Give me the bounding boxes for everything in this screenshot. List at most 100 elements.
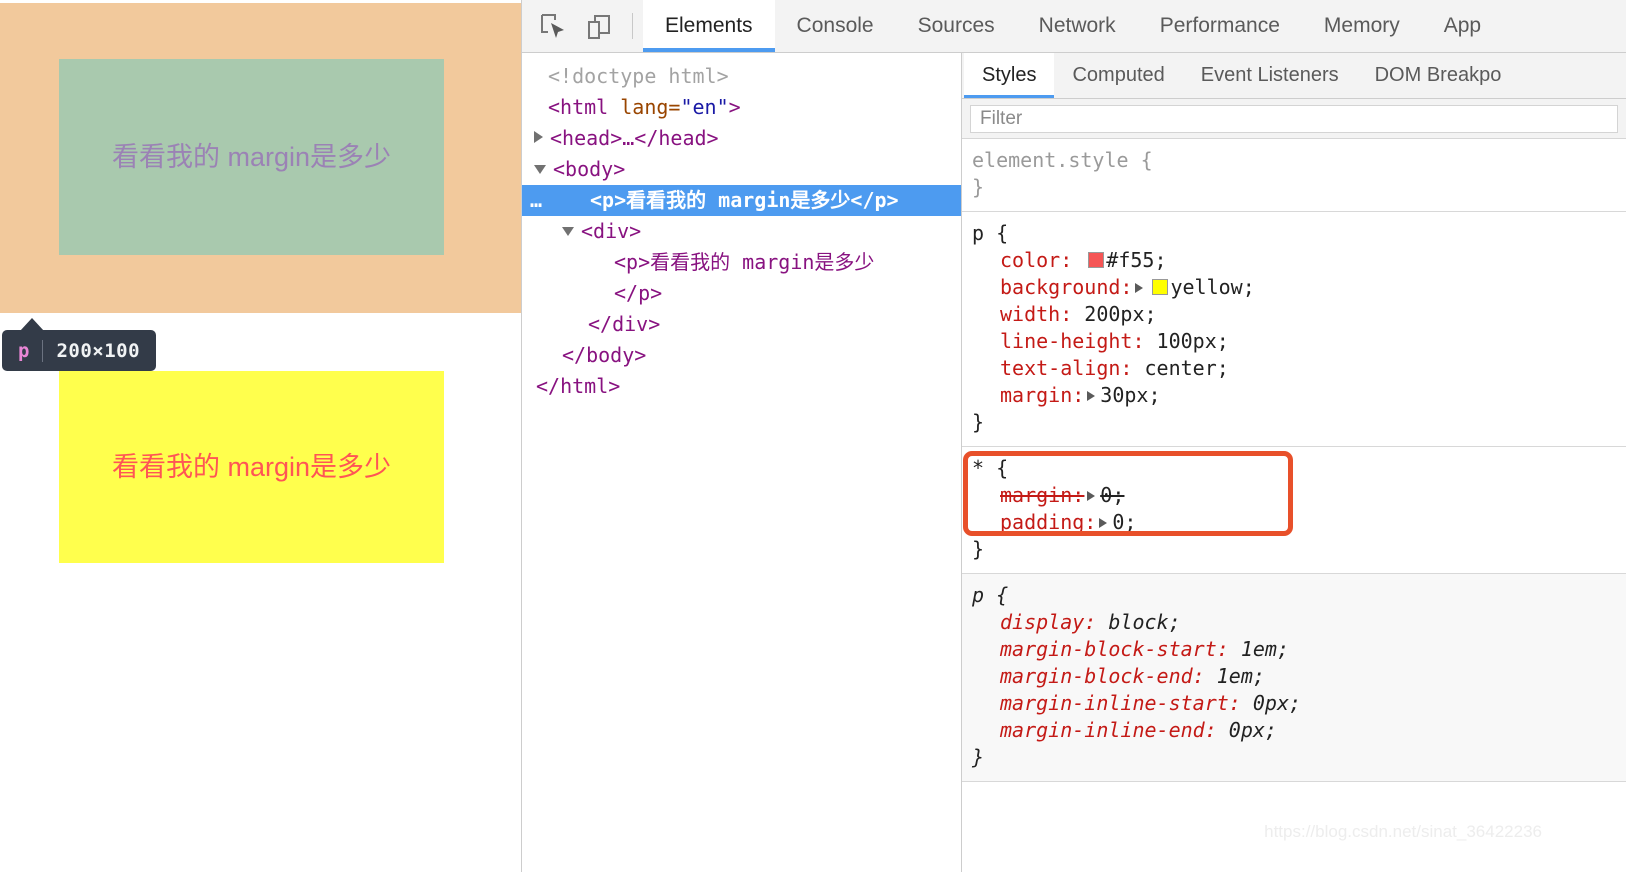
css-property-value: 30px; bbox=[1100, 383, 1161, 407]
dom-html-attr-eq: = bbox=[668, 95, 681, 119]
devtools-window: Elements Console Sources Network Perform… bbox=[521, 0, 1626, 872]
css-declaration-margin[interactable]: margin: 30px; bbox=[962, 382, 1626, 409]
dom-line-div-close[interactable]: </div> bbox=[522, 309, 961, 340]
css-declaration-margin-block-end[interactable]: margin-block-end: 1em; bbox=[962, 663, 1626, 690]
css-declaration-background[interactable]: background: yellow; bbox=[962, 274, 1626, 301]
expand-triangle-icon[interactable] bbox=[1087, 491, 1096, 501]
tab-computed[interactable]: Computed bbox=[1054, 53, 1182, 98]
styles-filter-placeholder: Filter bbox=[980, 107, 1023, 129]
chevron-right-icon[interactable] bbox=[534, 131, 543, 143]
second-paragraph: 看看我的 margin是多少 bbox=[59, 371, 444, 563]
tab-console-label: Console bbox=[796, 14, 874, 37]
tooltip-dimensions: 200×100 bbox=[56, 339, 141, 362]
device-toolbar-icon[interactable] bbox=[576, 0, 622, 52]
dom-head-text: <head>…</head> bbox=[550, 126, 719, 150]
dom-line-inner-paragraph-open[interactable]: <p>看看我的 margin是多少 bbox=[522, 247, 961, 278]
dom-html-open-a: <html bbox=[548, 95, 621, 119]
css-declaration-line-height[interactable]: line-height: 100px; bbox=[962, 328, 1626, 355]
css-declaration-color[interactable]: color: #f55; bbox=[962, 247, 1626, 274]
css-rule-element-style[interactable]: element.style { } bbox=[962, 139, 1626, 212]
css-selector: p { bbox=[962, 582, 1626, 609]
css-property-name: text-align: bbox=[1000, 356, 1133, 380]
css-rule-close: } bbox=[962, 536, 1626, 563]
page-viewport: 看看我的 margin是多少 p 200×100 看看我的 margin是多少 bbox=[0, 0, 521, 872]
css-selector: element.style { bbox=[962, 147, 1626, 174]
tab-computed-label: Computed bbox=[1072, 64, 1165, 86]
css-property-name: width: bbox=[1000, 302, 1073, 326]
dom-line-head[interactable]: <head>…</head> bbox=[522, 123, 961, 154]
css-rule-p-user-agent[interactable]: p { display: block; margin-block-start: … bbox=[962, 574, 1626, 782]
dom-tree-pane[interactable]: <!doctype html> <html lang="en"> <head>…… bbox=[522, 53, 962, 872]
expand-triangle-icon[interactable] bbox=[1135, 283, 1144, 293]
dom-inner-paragraph-text: <p>看看我的 margin是多少 bbox=[614, 250, 875, 274]
dom-line-inner-paragraph-close[interactable]: </p> bbox=[522, 278, 961, 309]
css-selector-text: p { bbox=[972, 221, 1009, 245]
tab-application[interactable]: App bbox=[1422, 0, 1503, 52]
dom-html-attr-value: "en" bbox=[680, 95, 729, 119]
dom-line-html-open[interactable]: <html lang="en"> bbox=[522, 92, 961, 123]
tab-event-listeners[interactable]: Event Listeners bbox=[1183, 53, 1357, 98]
color-swatch-icon[interactable] bbox=[1152, 279, 1169, 295]
css-declaration-text-align[interactable]: text-align: center; bbox=[962, 355, 1626, 382]
css-property-value: 0px; bbox=[1252, 691, 1302, 715]
tab-dom-breakpoints[interactable]: DOM Breakpo bbox=[1357, 53, 1520, 98]
css-property-name: margin-block-start: bbox=[1000, 637, 1229, 661]
tooltip-arrow-icon bbox=[20, 318, 44, 331]
chevron-down-icon[interactable] bbox=[562, 227, 574, 236]
tab-styles[interactable]: Styles bbox=[964, 53, 1055, 98]
css-property-name: display: bbox=[1000, 610, 1097, 634]
tab-console[interactable]: Console bbox=[775, 0, 896, 52]
inspect-element-icon[interactable] bbox=[530, 0, 576, 52]
css-property-value: block; bbox=[1108, 610, 1181, 634]
css-declaration-display[interactable]: display: block; bbox=[962, 609, 1626, 636]
tab-network[interactable]: Network bbox=[1017, 0, 1138, 52]
dom-line-div-open[interactable]: <div> bbox=[522, 216, 961, 247]
highlighted-paragraph-content-box: 看看我的 margin是多少 bbox=[59, 59, 444, 255]
chevron-down-icon[interactable] bbox=[534, 165, 546, 174]
dom-html-close-text: </html> bbox=[536, 374, 621, 398]
css-rule-p-author[interactable]: p { color: #f55; background: yellow; widt… bbox=[962, 212, 1626, 447]
dom-body-close-text: </body> bbox=[562, 343, 647, 367]
devtools-body: <!doctype html> <html lang="en"> <head>…… bbox=[522, 53, 1626, 872]
css-declaration-margin-inline-end[interactable]: margin-inline-end: 0px; bbox=[962, 717, 1626, 744]
css-declaration-width[interactable]: width: 200px; bbox=[962, 301, 1626, 328]
dom-line-html-close[interactable]: </html> bbox=[522, 371, 961, 402]
css-rule-close: } bbox=[962, 744, 1626, 771]
css-property-value: yellow; bbox=[1170, 275, 1255, 299]
css-selector-text: p { bbox=[972, 583, 1009, 607]
dom-line-selected-paragraph[interactable]: … <p>看看我的 margin是多少</p> bbox=[522, 185, 961, 216]
tab-dom-breakpoints-label: DOM Breakpo bbox=[1374, 64, 1502, 86]
css-declaration-margin-block-start[interactable]: margin-block-start: 1em; bbox=[962, 636, 1626, 663]
dom-line-doctype[interactable]: <!doctype html> bbox=[522, 61, 961, 92]
css-property-value: 1em; bbox=[1240, 637, 1289, 661]
toolbar-divider bbox=[632, 13, 633, 39]
css-property-name: margin: bbox=[1000, 383, 1085, 407]
styles-filter-row: Filter bbox=[962, 99, 1626, 139]
tab-memory[interactable]: Memory bbox=[1302, 0, 1422, 52]
css-rule-universal[interactable]: * { margin: 0; padding: 0; } bbox=[962, 447, 1626, 574]
tooltip-tag-name: p bbox=[18, 339, 30, 362]
css-declaration-margin-overridden[interactable]: margin: 0; bbox=[962, 482, 1626, 509]
tooltip-divider bbox=[42, 339, 44, 362]
element-highlight-tooltip: p 200×100 bbox=[2, 318, 157, 371]
css-property-name: margin-block-end: bbox=[1000, 664, 1205, 688]
tab-sources[interactable]: Sources bbox=[896, 0, 1017, 52]
css-declaration-margin-inline-start[interactable]: margin-inline-start: 0px; bbox=[962, 690, 1626, 717]
css-property-value: 100px; bbox=[1156, 329, 1229, 353]
styles-filter-input[interactable]: Filter bbox=[970, 104, 1618, 133]
tab-elements[interactable]: Elements bbox=[643, 0, 775, 52]
dom-line-body-close[interactable]: </body> bbox=[522, 340, 961, 371]
dom-line-body-open[interactable]: <body> bbox=[522, 154, 961, 185]
tab-memory-label: Memory bbox=[1323, 14, 1400, 37]
expand-triangle-icon[interactable] bbox=[1099, 518, 1108, 528]
expand-triangle-icon[interactable] bbox=[1087, 391, 1096, 401]
dom-doctype-text: <!doctype html> bbox=[548, 64, 729, 88]
tab-performance-label: Performance bbox=[1159, 14, 1280, 37]
css-declaration-padding[interactable]: padding: 0; bbox=[962, 509, 1626, 536]
css-property-value: 200px; bbox=[1084, 302, 1157, 326]
tab-performance[interactable]: Performance bbox=[1138, 0, 1302, 52]
dom-div-open-text: <div> bbox=[581, 219, 642, 243]
tab-network-label: Network bbox=[1038, 14, 1116, 37]
color-swatch-icon[interactable] bbox=[1088, 252, 1105, 268]
css-property-name: margin: bbox=[1000, 483, 1085, 507]
